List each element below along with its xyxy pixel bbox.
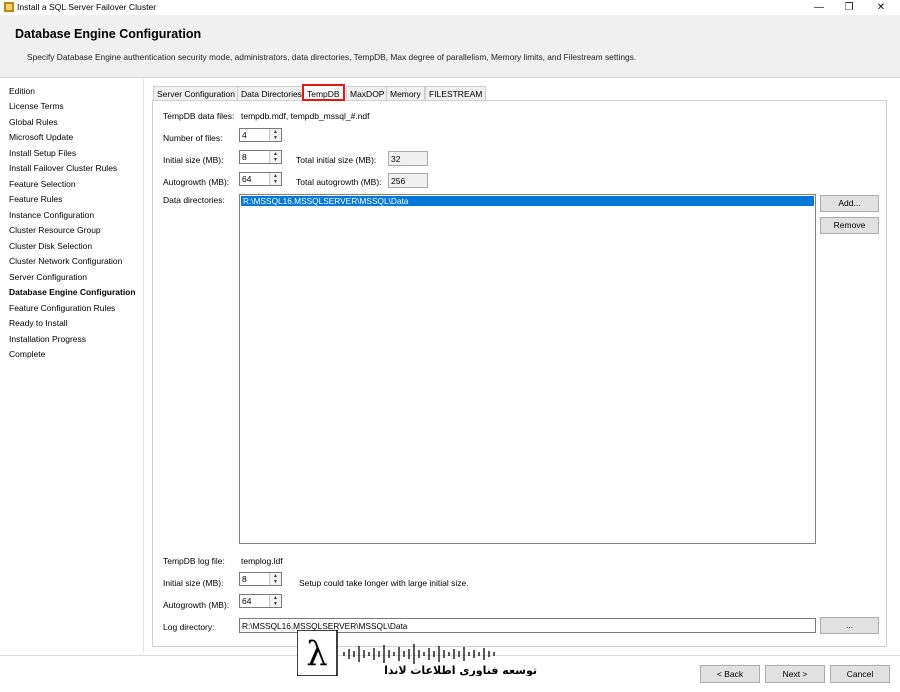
initial-size-stepper[interactable]: 8 ▲ ▼ [239, 150, 282, 164]
nav-step-install-setup-files[interactable]: Install Setup Files [9, 148, 76, 158]
nav-step-cluster-resource-group[interactable]: Cluster Resource Group [9, 225, 101, 235]
data-directories-list[interactable]: R:\MSSQL16.MSSQLSERVER\MSSQL\Data [239, 194, 816, 544]
page-subtitle: Specify Database Engine authentication s… [27, 52, 637, 62]
nav-step-license-terms[interactable]: License Terms [9, 101, 64, 111]
tab-filestream[interactable]: FILESTREAM [425, 86, 487, 100]
nav-step-server-configuration[interactable]: Server Configuration [9, 272, 87, 282]
nav-step-complete[interactable]: Complete [9, 349, 45, 359]
stepper-arrows[interactable]: ▲ ▼ [269, 173, 281, 185]
initial-size-value: 8 [242, 152, 247, 162]
nav-step-edition[interactable]: Edition [9, 86, 35, 96]
minimize-button[interactable]: — [804, 0, 834, 15]
nav-step-microsoft-update[interactable]: Microsoft Update [9, 132, 73, 142]
autogrowth-stepper[interactable]: 64 ▲ ▼ [239, 172, 282, 186]
log-directory-label: Log directory: [163, 622, 215, 632]
nav-step-database-engine-configuration[interactable]: Database Engine Configuration [9, 287, 136, 297]
lambda-watermark-logo: λ توسعه فناوری اطلاعات لاندا [297, 630, 537, 676]
nav-step-instance-configuration[interactable]: Instance Configuration [9, 210, 94, 220]
down-arrow-icon[interactable]: ▼ [270, 157, 281, 163]
tab-tempdb[interactable]: TempDB [302, 84, 345, 101]
number-of-files-stepper[interactable]: 4 ▲ ▼ [239, 128, 282, 142]
add-directory-button[interactable]: Add... [820, 195, 879, 212]
watermark-lambda-symbol: λ [306, 634, 328, 674]
stepper-arrows[interactable]: ▲ ▼ [269, 129, 281, 141]
stepper-arrows[interactable]: ▲ ▼ [269, 595, 281, 607]
wizard-steps: Edition License Terms Global Rules Micro… [0, 78, 144, 653]
log-initial-size-value: 8 [242, 574, 247, 584]
tempdb-log-file-value: templog.ldf [241, 556, 283, 566]
log-initial-size-stepper[interactable]: 8 ▲ ▼ [239, 572, 282, 586]
log-autogrowth-label: Autogrowth (MB): [163, 600, 230, 610]
down-arrow-icon[interactable]: ▼ [270, 579, 281, 585]
close-button[interactable]: ✕ [866, 0, 896, 15]
window-title: Install a SQL Server Failover Cluster [17, 2, 157, 12]
total-autogrowth-value: 256 [391, 176, 406, 186]
next-button[interactable]: Next > [765, 665, 825, 683]
total-initial-size-field: 32 [388, 151, 428, 166]
tempdb-data-files-label: TempDB data files: [163, 111, 235, 121]
nav-step-installation-progress[interactable]: Installation Progress [9, 334, 86, 344]
log-autogrowth-value: 64 [242, 596, 252, 606]
sql-setup-icon [4, 2, 14, 12]
log-autogrowth-stepper[interactable]: 64 ▲ ▼ [239, 594, 282, 608]
total-initial-size-value: 32 [391, 154, 401, 164]
page-title: Database Engine Configuration [15, 27, 202, 41]
tab-maxdop[interactable]: MaxDOP [346, 86, 389, 100]
tempdb-log-file-label: TempDB log file: [163, 556, 225, 566]
restore-button[interactable]: ❐ [834, 0, 864, 15]
down-arrow-icon[interactable]: ▼ [270, 179, 281, 185]
nav-step-failover-cluster-rules[interactable]: Install Failover Cluster Rules [9, 163, 117, 173]
autogrowth-label: Autogrowth (MB): [163, 177, 230, 187]
browse-log-directory-button[interactable]: ... [820, 617, 879, 634]
total-autogrowth-field: 256 [388, 173, 428, 188]
down-arrow-icon[interactable]: ▼ [270, 135, 281, 141]
tab-data-directories[interactable]: Data Directories [237, 86, 306, 100]
remove-directory-button[interactable]: Remove [820, 217, 879, 234]
nav-step-cluster-disk-selection[interactable]: Cluster Disk Selection [9, 241, 92, 251]
number-of-files-label: Number of files: [163, 133, 223, 143]
title-bar: Install a SQL Server Failover Cluster — … [0, 0, 900, 15]
stepper-arrows[interactable]: ▲ ▼ [269, 151, 281, 163]
data-directory-item[interactable]: R:\MSSQL16.MSSQLSERVER\MSSQL\Data [241, 196, 814, 206]
log-initial-size-label: Initial size (MB): [163, 578, 224, 588]
page-header: Database Engine Configuration Specify Da… [0, 15, 900, 78]
nav-step-feature-selection[interactable]: Feature Selection [9, 179, 76, 189]
data-directories-label: Data directories: [163, 195, 225, 205]
nav-step-feature-rules[interactable]: Feature Rules [9, 194, 62, 204]
total-initial-size-label: Total initial size (MB): [296, 155, 377, 165]
initial-size-label: Initial size (MB): [163, 155, 224, 165]
sound-wave-icon [343, 644, 495, 664]
cancel-button[interactable]: Cancel [830, 665, 890, 683]
tempdb-data-files-value: tempdb.mdf, tempdb_mssql_#.ndf [241, 111, 370, 121]
tab-memory[interactable]: Memory [386, 86, 425, 100]
nav-step-cluster-network-configuration[interactable]: Cluster Network Configuration [9, 256, 122, 266]
autogrowth-value: 64 [242, 174, 252, 184]
log-size-note: Setup could take longer with large initi… [299, 578, 469, 588]
nav-step-global-rules[interactable]: Global Rules [9, 117, 58, 127]
nav-step-ready-to-install[interactable]: Ready to Install [9, 318, 68, 328]
down-arrow-icon[interactable]: ▼ [270, 601, 281, 607]
watermark-text: توسعه فناوری اطلاعات لاندا [384, 664, 537, 676]
tab-server-configuration[interactable]: Server Configuration [153, 86, 239, 100]
nav-step-feature-configuration-rules[interactable]: Feature Configuration Rules [9, 303, 115, 313]
number-of-files-value: 4 [242, 130, 247, 140]
back-button[interactable]: < Back [700, 665, 760, 683]
stepper-arrows[interactable]: ▲ ▼ [269, 573, 281, 585]
total-autogrowth-label: Total autogrowth (MB): [296, 177, 382, 187]
